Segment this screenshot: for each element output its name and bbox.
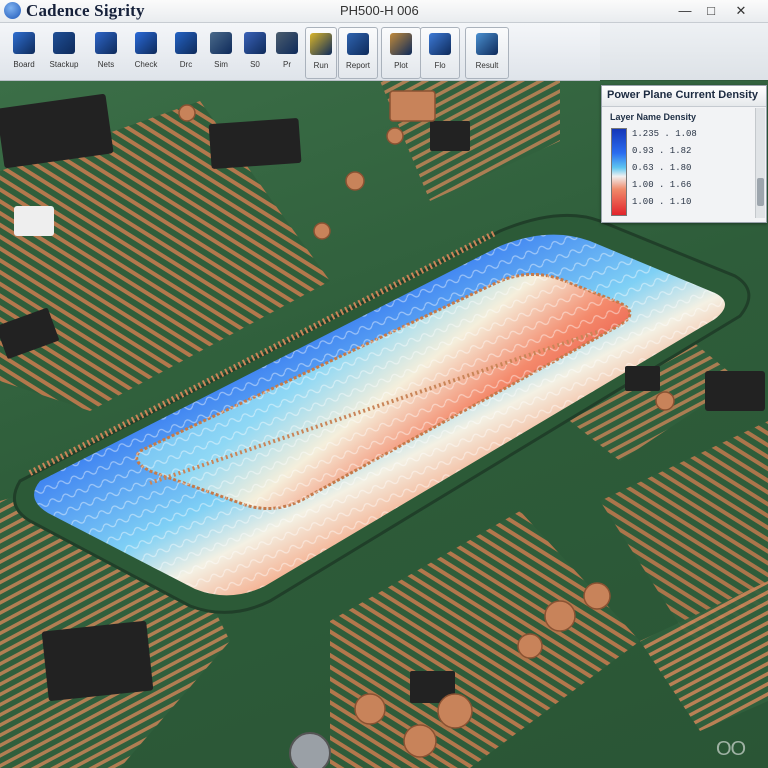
toolbar-button-plot[interactable]: Plot bbox=[381, 27, 421, 79]
maximize-icon[interactable]: □ bbox=[700, 2, 722, 20]
title-bar: Cadence Sigrity PH500-H 006 — □ ✕ bbox=[0, 0, 768, 23]
toolbar-button-label: Plot bbox=[394, 61, 408, 70]
toolbar-button-stackup[interactable]: Stackup bbox=[46, 27, 82, 77]
nets-icon bbox=[95, 32, 117, 54]
check-icon bbox=[135, 32, 157, 54]
app-title: Cadence Sigrity bbox=[26, 1, 145, 20]
toolbar-button-label: S0 bbox=[250, 60, 260, 69]
sim-icon bbox=[210, 32, 232, 54]
toolbar-button-label: Board bbox=[13, 60, 35, 69]
toolbar-button-label: Pr bbox=[283, 60, 291, 69]
flow-icon bbox=[429, 33, 451, 55]
legend-color-scale bbox=[611, 128, 627, 216]
toolbar-button-s0[interactable]: S0 bbox=[240, 27, 270, 77]
toolbar-button-label: Report bbox=[345, 61, 370, 70]
toolbar-button-pr[interactable]: Pr bbox=[272, 27, 302, 77]
plot-icon bbox=[390, 33, 412, 55]
toolbar-button-label: Stackup bbox=[49, 60, 79, 69]
toolbar-button-label: Drc bbox=[179, 60, 193, 69]
probe-icon bbox=[276, 32, 298, 54]
toolbar-button-check[interactable]: Check bbox=[128, 27, 164, 77]
toolbar-button-report[interactable]: Report bbox=[338, 27, 378, 79]
file-title: PH500-H 006 bbox=[340, 3, 419, 18]
toolbar-button-label: Flo bbox=[434, 61, 446, 70]
run-icon bbox=[310, 33, 332, 55]
minimize-icon[interactable]: — bbox=[674, 2, 696, 20]
legend-subtitle: Layer Name Density bbox=[610, 112, 697, 122]
toolbar-button-label: Run bbox=[313, 61, 329, 70]
toolbar-filler bbox=[600, 23, 768, 80]
layers-icon bbox=[53, 32, 75, 54]
legend-title: Power Plane Current Density bbox=[607, 89, 758, 101]
toolbar-button-label: Sim bbox=[214, 60, 228, 69]
main-toolbar: Board Stackup Nets Check Drc Sim S0 Pr Run Report… bbox=[0, 23, 600, 81]
close-icon[interactable]: ✕ bbox=[730, 2, 752, 20]
report-icon bbox=[347, 33, 369, 55]
toolbar-button-drc[interactable]: Drc bbox=[168, 27, 204, 77]
watermark: OO bbox=[716, 738, 746, 760]
house-icon bbox=[13, 32, 35, 54]
toolbar-button-board[interactable]: Board bbox=[6, 27, 42, 77]
current-density-legend[interactable]: Power Plane Current Density Layer Name D… bbox=[601, 85, 767, 223]
toolbar-button-label: Check bbox=[134, 60, 158, 69]
legend-header: Power Plane Current Density bbox=[602, 86, 766, 107]
legend-label: 1.235 . 1.08 bbox=[632, 129, 697, 139]
toolbar-button-flo[interactable]: Flo bbox=[420, 27, 460, 79]
toolbar-button-label: Result bbox=[475, 61, 499, 70]
legend-label: 1.00 . 1.66 bbox=[632, 180, 692, 190]
legend-scroll-thumb[interactable] bbox=[757, 178, 764, 206]
toolbar-button-label: Nets bbox=[97, 60, 115, 69]
toolbar-button-run[interactable]: Run bbox=[305, 27, 337, 79]
legend-label: 0.93 . 1.82 bbox=[632, 146, 692, 156]
s0-icon bbox=[244, 32, 266, 54]
legend-label: 1.00 . 1.10 bbox=[632, 197, 692, 207]
toolbar-button-result[interactable]: Result bbox=[465, 27, 509, 79]
legend-scrollbar[interactable] bbox=[755, 108, 765, 218]
app-logo-icon bbox=[4, 2, 21, 19]
drc-icon bbox=[175, 32, 197, 54]
toolbar-button-sim[interactable]: Sim bbox=[205, 27, 237, 77]
result-icon bbox=[476, 33, 498, 55]
toolbar-button-nets[interactable]: Nets bbox=[88, 27, 124, 77]
legend-label: 0.63 . 1.80 bbox=[632, 163, 692, 173]
